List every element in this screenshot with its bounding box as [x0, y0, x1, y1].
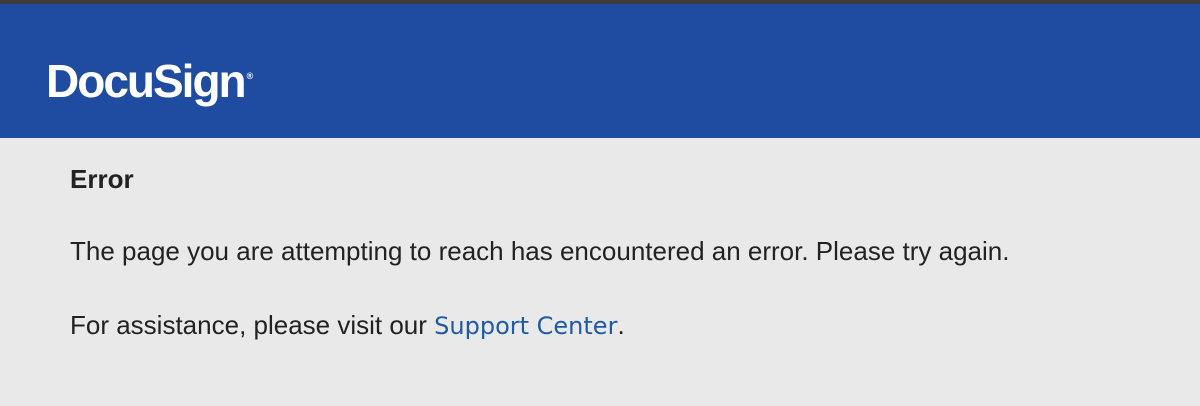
assistance-suffix: . — [617, 310, 625, 340]
error-content: Error The page you are attempting to rea… — [0, 138, 1200, 341]
registered-mark: ® — [246, 71, 254, 81]
error-title: Error — [70, 164, 134, 194]
logo-text: DocuSign — [46, 55, 247, 107]
assistance-text: For assistance, please visit our Support… — [70, 310, 1200, 341]
error-message: The page you are attempting to reach has… — [70, 236, 1010, 266]
docusign-logo[interactable]: DocuSign ® — [46, 58, 253, 104]
site-header: DocuSign ® — [0, 4, 1200, 138]
support-center-link[interactable]: Support Center — [434, 312, 617, 340]
assistance-prefix: For assistance, please visit our — [70, 310, 435, 340]
